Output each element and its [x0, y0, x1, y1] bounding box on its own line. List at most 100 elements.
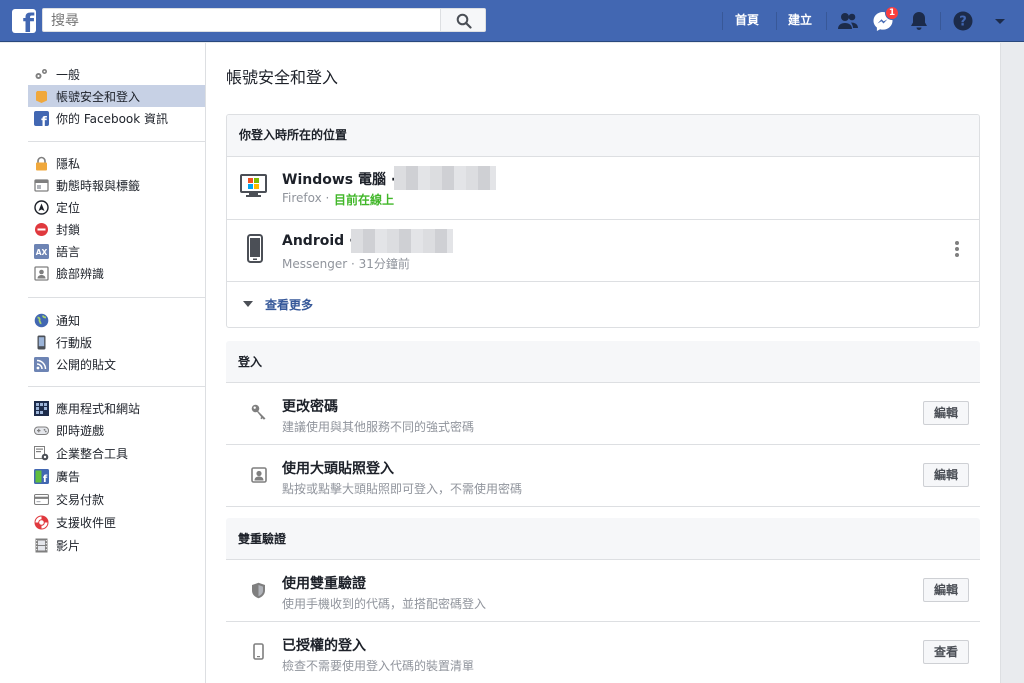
search-input[interactable]: [42, 8, 440, 32]
sidebar-item-mobile[interactable]: 行動版: [28, 331, 205, 353]
edit-profile-picture-login-button[interactable]: 編輯: [923, 463, 969, 487]
row-description: 建議使用與其他服務不同的強式密碼: [282, 420, 475, 434]
sidebar-divider: [28, 386, 205, 387]
sidebar-item-business-integrations[interactable]: 企業整合工具: [28, 442, 205, 464]
view-authorized-logins-button[interactable]: 查看: [923, 640, 969, 664]
row-title: 已授權的登入: [282, 638, 366, 654]
timeline-icon: [34, 178, 49, 192]
sidebar-divider: [28, 297, 205, 298]
credit-card-icon: [34, 493, 49, 505]
authorized-logins-row[interactable]: 已授權的登入 檢查不需要使用登入代碼的裝置清單 查看: [226, 622, 980, 683]
sidebar-item-privacy[interactable]: 隱私: [28, 152, 205, 174]
right-gutter: [1000, 43, 1024, 683]
session-row-android[interactable]: Android · Messenger · 31分鐘前: [227, 220, 979, 282]
sidebar-item-label: 動態時報與標籤: [56, 178, 141, 193]
see-more-link[interactable]: 查看更多: [243, 295, 313, 313]
sidebar-item-timeline-tagging[interactable]: 動態時報與標籤: [28, 174, 205, 196]
sidebar-item-notifications[interactable]: 通知: [28, 309, 205, 331]
settings-sidebar: 一般 帳號安全和登入 f 你的 Facebook 資訊 隱私 動態時報與標籤 定…: [0, 43, 206, 683]
sidebar-item-label: 語言: [56, 244, 81, 259]
sidebar-item-language[interactable]: AX 語言: [28, 240, 205, 262]
session-app: Messenger · 31分鐘前: [282, 257, 410, 271]
sidebar-item-instant-games[interactable]: 即時遊戲: [28, 419, 205, 441]
sidebar-item-label: 臉部辨識: [56, 266, 105, 281]
row-description: 使用手機收到的代碼，並搭配密碼登入: [282, 597, 487, 611]
friends-icon[interactable]: [836, 9, 860, 33]
shield-icon: [252, 582, 265, 599]
session-row-windows[interactable]: Windows 電腦 · Firefox · 目前在線上: [227, 157, 979, 220]
more-options-icon[interactable]: [954, 240, 960, 258]
mobile-phone-icon: [37, 335, 46, 349]
card-header: 你登入時所在的位置: [227, 115, 979, 157]
shield-icon: [36, 90, 47, 103]
sidebar-item-support-inbox[interactable]: 支援收件匣: [28, 511, 205, 533]
edit-two-factor-button[interactable]: 編輯: [923, 578, 969, 602]
sidebar-item-location[interactable]: 定位: [28, 196, 205, 218]
sidebar-item-label: 支援收件匣: [56, 515, 117, 530]
device-name: Android ·: [282, 233, 355, 249]
online-status: 目前在線上: [334, 193, 395, 207]
nav-separator: [826, 12, 827, 30]
sidebar-item-label: 企業整合工具: [56, 446, 129, 461]
sidebar-item-blocking[interactable]: 封鎖: [28, 218, 205, 240]
sidebar-item-label: 即時遊戲: [56, 423, 105, 438]
phone-outline-icon: [253, 643, 264, 660]
sidebar-item-label: 封鎖: [56, 222, 81, 237]
notifications-icon[interactable]: [907, 9, 931, 33]
edit-password-button[interactable]: 編輯: [923, 401, 969, 425]
location-icon: [34, 199, 49, 215]
top-navigation-bar: f 首頁 建立 1 ?: [0, 0, 1024, 42]
sidebar-item-label: 交易付款: [56, 492, 105, 507]
help-icon[interactable]: ?: [951, 9, 975, 33]
sidebar-item-label: 行動版: [56, 335, 93, 350]
gears-icon: [35, 68, 47, 79]
change-password-row[interactable]: 更改密碼 建議使用與其他服務不同的強式密碼 編輯: [226, 383, 980, 445]
two-factor-auth-row[interactable]: 使用雙重驗證 使用手機收到的代碼，並搭配密碼登入 編輯: [226, 560, 980, 622]
sidebar-item-face-recognition[interactable]: 臉部辨識: [28, 262, 205, 284]
menu-arrow-icon[interactable]: [988, 9, 1012, 33]
row-title: 使用雙重驗證: [282, 576, 366, 592]
session-app: Firefox ·: [282, 191, 330, 205]
triangle-down-icon: [243, 301, 253, 307]
nav-separator: [722, 12, 723, 30]
film-strip-icon: [35, 538, 48, 552]
row-title: 使用大頭貼照登入: [282, 461, 394, 477]
face-recognition-icon: [34, 265, 49, 281]
main-content: 帳號安全和登入 你登入時所在的位置 Windows 電腦 · Firefox ·…: [206, 43, 1000, 683]
lifebuoy-icon: [34, 515, 49, 529]
sidebar-item-ads[interactable]: f 廣告: [28, 465, 205, 487]
svg-text:f: f: [43, 474, 48, 484]
lock-icon: [36, 156, 47, 170]
sidebar-item-security-login[interactable]: 帳號安全和登入: [28, 85, 205, 107]
search-icon: [456, 13, 472, 29]
globe-icon: [34, 313, 49, 327]
nav-separator: [776, 12, 777, 30]
redacted-location: [394, 166, 496, 190]
game-controller-icon: [34, 426, 49, 435]
desktop-computer-icon: [240, 174, 267, 197]
sidebar-item-label: 帳號安全和登入: [56, 89, 141, 104]
sidebar-item-label: 廣告: [56, 469, 81, 484]
create-link[interactable]: 建立: [788, 11, 812, 29]
business-integrations-icon: [34, 445, 49, 460]
facebook-logo-icon[interactable]: f: [12, 9, 36, 33]
sidebar-item-public-posts[interactable]: 公開的貼文: [28, 353, 205, 375]
key-icon: [251, 404, 266, 420]
search-button[interactable]: [440, 8, 486, 32]
facebook-square-icon: f: [34, 110, 49, 126]
sidebar-item-apps-websites[interactable]: 應用程式和網站: [28, 397, 205, 419]
row-description: 點按或點擊大頭貼照即可登入，不需使用密碼: [282, 482, 523, 496]
profile-picture-login-row[interactable]: 使用大頭貼照登入 點按或點擊大頭貼照即可登入，不需使用密碼 編輯: [226, 445, 980, 507]
device-name: Windows 電腦 ·: [282, 172, 397, 188]
row-description: 檢查不需要使用登入代碼的裝置清單: [282, 659, 475, 673]
sidebar-item-videos[interactable]: 影片: [28, 534, 205, 556]
sidebar-item-your-facebook-info[interactable]: f 你的 Facebook 資訊: [28, 107, 205, 129]
sidebar-item-label: 你的 Facebook 資訊: [56, 111, 169, 126]
row-title: 更改密碼: [282, 399, 338, 415]
apps-grid-icon: [34, 400, 49, 416]
sidebar-item-label: 應用程式和網站: [56, 401, 141, 416]
sidebar-item-payments[interactable]: 交易付款: [28, 488, 205, 510]
home-link[interactable]: 首頁: [735, 11, 759, 29]
sidebar-item-label: 影片: [56, 538, 81, 553]
sidebar-item-general[interactable]: 一般: [28, 63, 205, 85]
